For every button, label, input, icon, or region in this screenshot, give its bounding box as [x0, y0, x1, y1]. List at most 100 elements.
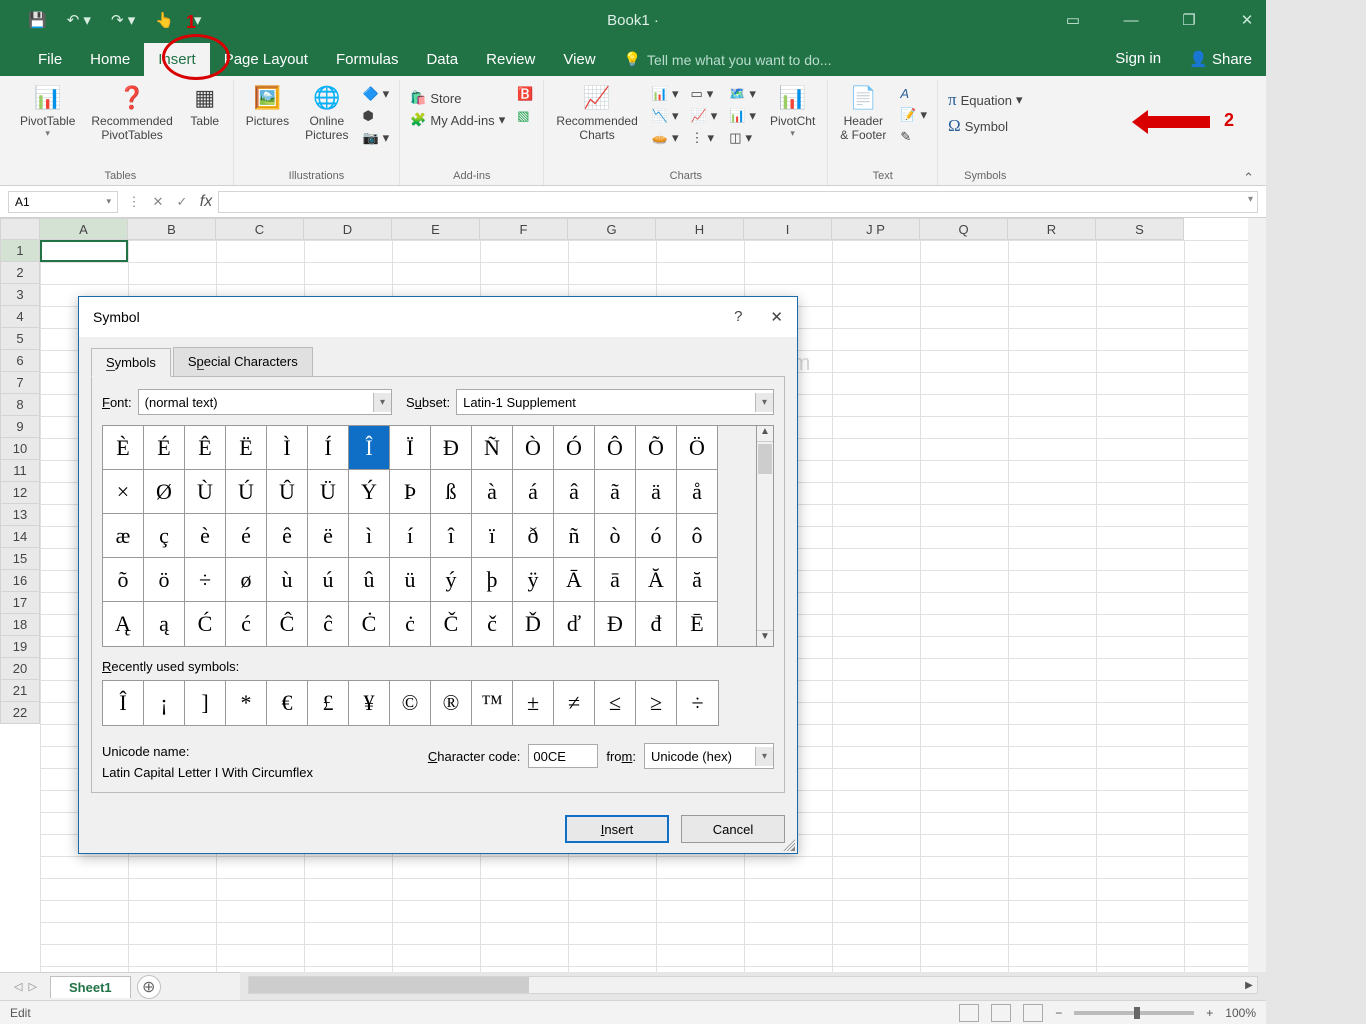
char-cell[interactable]: Ĉ	[267, 602, 308, 646]
restore-icon[interactable]: ❐	[1174, 5, 1204, 35]
dialog-help-button[interactable]: ?	[734, 308, 742, 326]
bar-chart-button[interactable]: ▭▾	[687, 84, 722, 104]
char-cell[interactable]: ø	[226, 558, 267, 602]
char-cell[interactable]: Ć	[185, 602, 226, 646]
horizontal-scrollbar[interactable]: ◀ ▶	[248, 976, 1258, 994]
recent-char-cell[interactable]: ±	[513, 681, 554, 725]
row-header[interactable]: 19	[0, 636, 40, 658]
page-layout-view-button[interactable]	[991, 1004, 1011, 1022]
row-header[interactable]: 8	[0, 394, 40, 416]
char-cell[interactable]: ã	[595, 470, 636, 514]
map-chart-button[interactable]: 🗺️▾	[725, 84, 760, 104]
char-cell[interactable]: Ā	[554, 558, 595, 602]
row-header[interactable]: 9	[0, 416, 40, 438]
col-header[interactable]: C	[216, 218, 304, 240]
tab-formulas[interactable]: Formulas	[322, 43, 413, 76]
recent-char-cell[interactable]: ®	[431, 681, 472, 725]
char-cell[interactable]: Ą	[103, 602, 144, 646]
select-all-corner[interactable]	[0, 218, 40, 240]
char-cell[interactable]: č	[472, 602, 513, 646]
char-cell[interactable]: æ	[103, 514, 144, 558]
stock-chart-button[interactable]: 📊▾	[725, 106, 760, 126]
col-header[interactable]: G	[568, 218, 656, 240]
char-cell[interactable]: Ď	[513, 602, 554, 646]
char-cell[interactable]: É	[144, 426, 185, 470]
tab-symbols[interactable]: Symbols	[91, 348, 171, 377]
col-header[interactable]: I	[744, 218, 832, 240]
char-cell[interactable]: Ê	[185, 426, 226, 470]
char-cell[interactable]: ó	[636, 514, 677, 558]
sheet-nav-next-icon[interactable]: ▷	[28, 980, 36, 993]
shapes-button[interactable]: 🔷▾	[358, 84, 393, 104]
char-cell[interactable]: Õ	[636, 426, 677, 470]
char-cell[interactable]: ë	[308, 514, 349, 558]
char-cell[interactable]: Ï	[390, 426, 431, 470]
tab-view[interactable]: View	[549, 43, 609, 76]
char-cell[interactable]: ä	[636, 470, 677, 514]
online-pictures-button[interactable]: 🌐Online Pictures	[299, 80, 354, 144]
tab-insert[interactable]: Insert	[144, 43, 210, 76]
people-graph-button[interactable]: ▧	[513, 106, 537, 126]
recent-char-cell[interactable]: £	[308, 681, 349, 725]
char-cell[interactable]: ü	[390, 558, 431, 602]
char-cell[interactable]: Č	[431, 602, 472, 646]
char-cell[interactable]: Ø	[144, 470, 185, 514]
from-select[interactable]: Unicode (hex)▾	[644, 743, 774, 769]
equation-button[interactable]: πEquation ▾	[944, 88, 1026, 112]
fx-label[interactable]: fx	[194, 193, 218, 211]
char-cell[interactable]: ā	[595, 558, 636, 602]
screenshot-button[interactable]: 📷▾	[358, 128, 393, 148]
resize-grip[interactable]	[783, 839, 795, 851]
char-cell[interactable]: Ì	[267, 426, 308, 470]
row-header[interactable]: 6	[0, 350, 40, 372]
tab-special-characters[interactable]: Special Characters	[173, 347, 313, 376]
row-header[interactable]: 3	[0, 284, 40, 306]
recent-char-cell[interactable]: Î	[103, 681, 144, 725]
zoom-slider[interactable]	[1074, 1011, 1194, 1015]
combo-chart-button[interactable]: ◫▾	[725, 128, 760, 148]
char-cell[interactable]: é	[226, 514, 267, 558]
char-cell[interactable]: Ē	[677, 602, 718, 646]
char-cell[interactable]: ô	[677, 514, 718, 558]
row-header[interactable]: 18	[0, 614, 40, 636]
touch-mode-icon[interactable]: 👆	[155, 11, 174, 29]
char-cell[interactable]: ý	[431, 558, 472, 602]
formula-dropdown-icon[interactable]: ⋮	[122, 194, 146, 210]
cancel-formula-icon[interactable]: ✕	[146, 194, 170, 210]
char-cell[interactable]: ï	[472, 514, 513, 558]
char-cell[interactable]: Î	[349, 426, 390, 470]
char-cell[interactable]: ù	[267, 558, 308, 602]
minimize-icon[interactable]: —	[1116, 5, 1146, 35]
recent-char-cell[interactable]: ¡	[144, 681, 185, 725]
zoom-level[interactable]: 100%	[1225, 1006, 1256, 1020]
char-cell[interactable]: Ô	[595, 426, 636, 470]
recent-char-cell[interactable]: ÷	[677, 681, 718, 725]
tab-file[interactable]: File	[24, 43, 76, 76]
pictures-button[interactable]: 🖼️Pictures	[240, 80, 295, 130]
tab-review[interactable]: Review	[472, 43, 549, 76]
char-cell[interactable]: Ò	[513, 426, 554, 470]
zoom-out-icon[interactable]: −	[1055, 1006, 1062, 1020]
textbox-button[interactable]: A	[896, 84, 931, 103]
pivottable-button[interactable]: 📊PivotTable▾	[14, 80, 81, 141]
recommended-charts-button[interactable]: 📈Recommended Charts	[550, 80, 643, 144]
col-header[interactable]: F	[480, 218, 568, 240]
char-cell[interactable]: Ë	[226, 426, 267, 470]
char-cell[interactable]: î	[431, 514, 472, 558]
my-addins-button[interactable]: 🧩My Add-ins ▾	[406, 110, 509, 130]
cancel-button[interactable]: Cancel	[681, 815, 785, 843]
pie-chart-button[interactable]: 🥧▾	[648, 128, 683, 148]
page-break-view-button[interactable]	[1023, 1004, 1043, 1022]
row-header[interactable]: 10	[0, 438, 40, 460]
insert-button[interactable]: Insert	[565, 815, 669, 843]
char-cell[interactable]: è	[185, 514, 226, 558]
sign-in-button[interactable]: Sign in	[1101, 42, 1175, 76]
char-cell[interactable]: Ý	[349, 470, 390, 514]
expand-formula-icon[interactable]: ▾	[1248, 194, 1253, 205]
undo-icon[interactable]: ↶ ▾	[67, 11, 91, 29]
col-header[interactable]: D	[304, 218, 392, 240]
tab-home[interactable]: Home	[76, 43, 144, 76]
recent-char-cell[interactable]: €	[267, 681, 308, 725]
char-cell[interactable]: Ċ	[349, 602, 390, 646]
zoom-in-icon[interactable]: +	[1206, 1006, 1213, 1020]
